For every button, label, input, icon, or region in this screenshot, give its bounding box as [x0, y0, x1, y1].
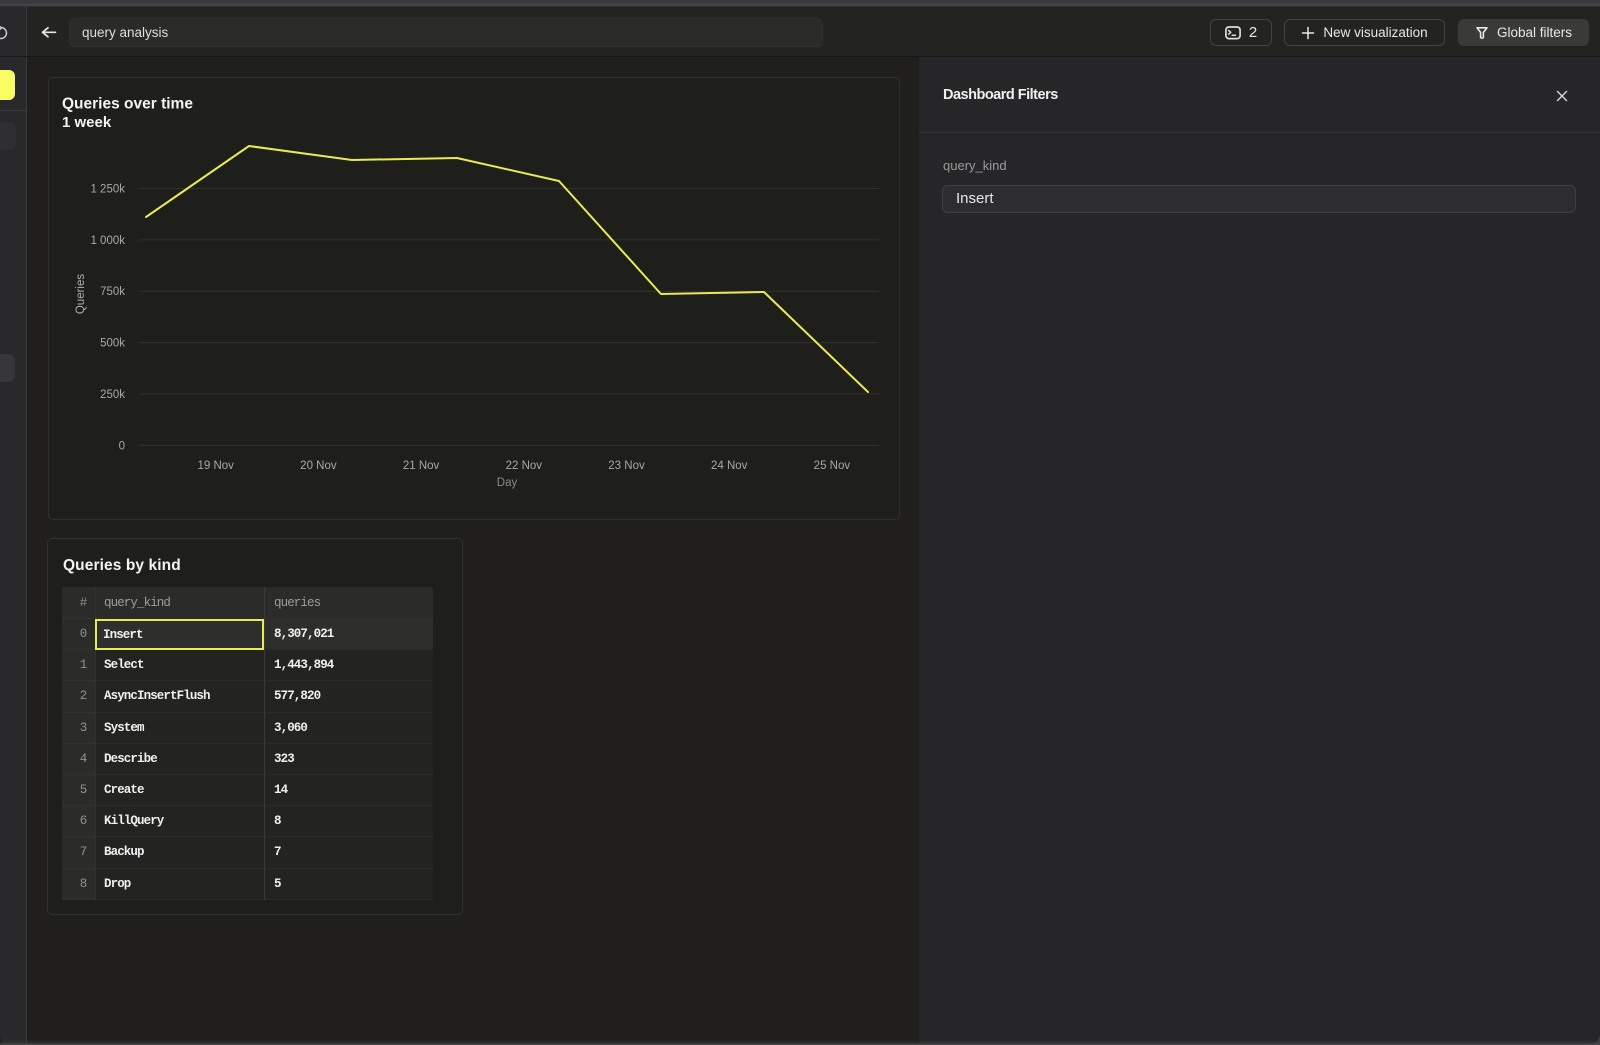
svg-text:Queries: Queries — [75, 274, 87, 315]
svg-text:0: 0 — [119, 440, 125, 452]
svg-text:Day: Day — [497, 477, 518, 489]
svg-text:1 000k: 1 000k — [90, 235, 125, 247]
svg-text:250k: 250k — [100, 389, 125, 401]
svg-text:Queries over time: Queries over time — [62, 96, 193, 113]
svg-text:1 250k: 1 250k — [90, 184, 125, 196]
svg-text:19 Nov: 19 Nov — [197, 460, 234, 472]
svg-text:750k: 750k — [100, 286, 125, 298]
svg-text:23 Nov: 23 Nov — [608, 460, 645, 472]
svg-text:22 Nov: 22 Nov — [506, 460, 543, 472]
svg-text:1 week: 1 week — [62, 114, 112, 131]
svg-text:25 Nov: 25 Nov — [814, 460, 851, 472]
svg-text:500k: 500k — [100, 338, 125, 350]
svg-text:20 Nov: 20 Nov — [300, 460, 337, 472]
svg-text:24 Nov: 24 Nov — [711, 460, 748, 472]
svg-text:21 Nov: 21 Nov — [403, 460, 440, 472]
